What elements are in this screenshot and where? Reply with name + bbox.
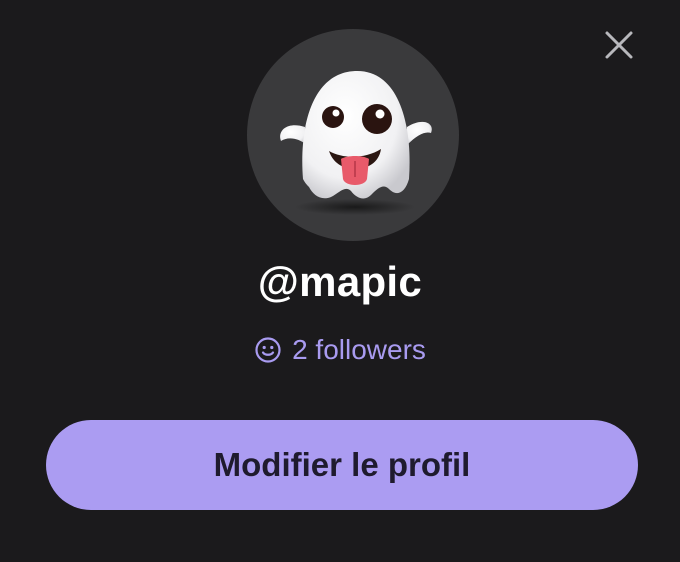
edit-profile-button[interactable]: Modifier le profil (46, 420, 638, 510)
profile-sheet: @mapic 2 followers Modifier le profil (0, 0, 680, 562)
close-button[interactable] (596, 24, 642, 70)
profile-handle: @mapic (257, 258, 423, 305)
ghost-icon (280, 70, 432, 215)
avatar[interactable] (247, 29, 459, 241)
followers-count[interactable]: 2 followers (0, 334, 680, 366)
edit-profile-label: Modifier le profil (213, 446, 471, 483)
smiley-icon (254, 336, 282, 364)
followers-label: 2 followers (292, 334, 426, 365)
close-icon (604, 30, 634, 65)
